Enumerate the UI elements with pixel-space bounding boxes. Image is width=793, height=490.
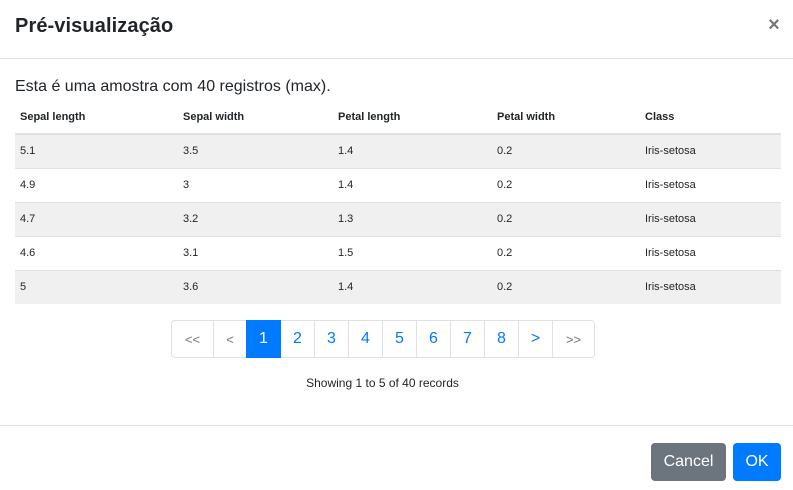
- table-cell: Iris-setosa: [640, 133, 781, 168]
- table-cell: 0.2: [492, 269, 640, 304]
- table-cell: Iris-setosa: [640, 167, 781, 202]
- sample-description: Esta é uma amostra com 40 registros (max…: [15, 78, 331, 95]
- modal-title: Pré-visualização: [15, 15, 174, 37]
- page-button-6[interactable]: 6: [416, 320, 451, 358]
- column-header-sepal-length: Sepal length: [15, 100, 178, 135]
- column-header-petal-length: Petal length: [333, 100, 492, 135]
- table-cell: 3: [178, 167, 333, 202]
- page-button-7[interactable]: 7: [450, 320, 485, 358]
- table-header-row: Sepal length Sepal width Petal length Pe…: [15, 100, 781, 135]
- table-cell: 1.3: [333, 201, 492, 236]
- records-summary: Showing 1 to 5 of 40 records: [306, 376, 459, 390]
- table-cell: 3.2: [178, 201, 333, 236]
- table-cell: 5.1: [15, 133, 178, 168]
- table-cell: 0.2: [492, 167, 640, 202]
- first-page-button[interactable]: <<: [171, 320, 214, 358]
- table-row: 5.1 3.5 1.4 0.2 Iris-setosa: [15, 133, 781, 168]
- table-cell: 5: [15, 269, 178, 304]
- table-cell: 4.6: [15, 235, 178, 270]
- prev-page-button[interactable]: <: [213, 320, 247, 358]
- table-cell: Iris-setosa: [640, 201, 781, 236]
- last-page-button[interactable]: >>: [552, 320, 595, 358]
- table-cell: 1.4: [333, 133, 492, 168]
- page-button-5[interactable]: 5: [382, 320, 417, 358]
- table-cell: 1.4: [333, 167, 492, 202]
- page-button-2[interactable]: 2: [280, 320, 315, 358]
- table-cell: Iris-setosa: [640, 235, 781, 270]
- table-cell: 0.2: [492, 201, 640, 236]
- page-button-4[interactable]: 4: [348, 320, 383, 358]
- cancel-button[interactable]: Cancel: [651, 443, 726, 481]
- page-button-1[interactable]: 1: [246, 320, 281, 358]
- table-row: 5 3.6 1.4 0.2 Iris-setosa: [15, 269, 781, 304]
- page-button-8[interactable]: 8: [484, 320, 519, 358]
- column-header-class: Class: [640, 100, 781, 135]
- modal-header: Pré-visualização ×: [0, 0, 793, 59]
- close-icon[interactable]: ×: [764, 14, 784, 36]
- table-row: 4.7 3.2 1.3 0.2 Iris-setosa: [15, 201, 781, 236]
- preview-modal: Pré-visualização × Esta é uma amostra co…: [0, 0, 793, 490]
- table-cell: 3.5: [178, 133, 333, 168]
- table-cell: 4.9: [15, 167, 178, 202]
- table-row: 4.6 3.1 1.5 0.2 Iris-setosa: [15, 235, 781, 270]
- column-header-sepal-width: Sepal width: [178, 100, 333, 135]
- page-button-3[interactable]: 3: [314, 320, 349, 358]
- table-row: 4.9 3 1.4 0.2 Iris-setosa: [15, 167, 781, 202]
- next-page-button[interactable]: >: [518, 320, 553, 358]
- table-cell: 1.4: [333, 269, 492, 304]
- table-cell: 3.6: [178, 269, 333, 304]
- table-cell: Iris-setosa: [640, 269, 781, 304]
- modal-footer: Cancel OK: [0, 425, 793, 490]
- table-cell: 3.1: [178, 235, 333, 270]
- table-cell: 0.2: [492, 133, 640, 168]
- column-header-petal-width: Petal width: [492, 100, 640, 135]
- table-cell: 0.2: [492, 235, 640, 270]
- ok-button[interactable]: OK: [733, 443, 781, 481]
- table-cell: 4.7: [15, 201, 178, 236]
- table-cell: 1.5: [333, 235, 492, 270]
- pagination: << < 1 2 3 4 5 6 7 8 > >>: [171, 320, 595, 358]
- preview-table: Sepal length Sepal width Petal length Pe…: [15, 100, 781, 304]
